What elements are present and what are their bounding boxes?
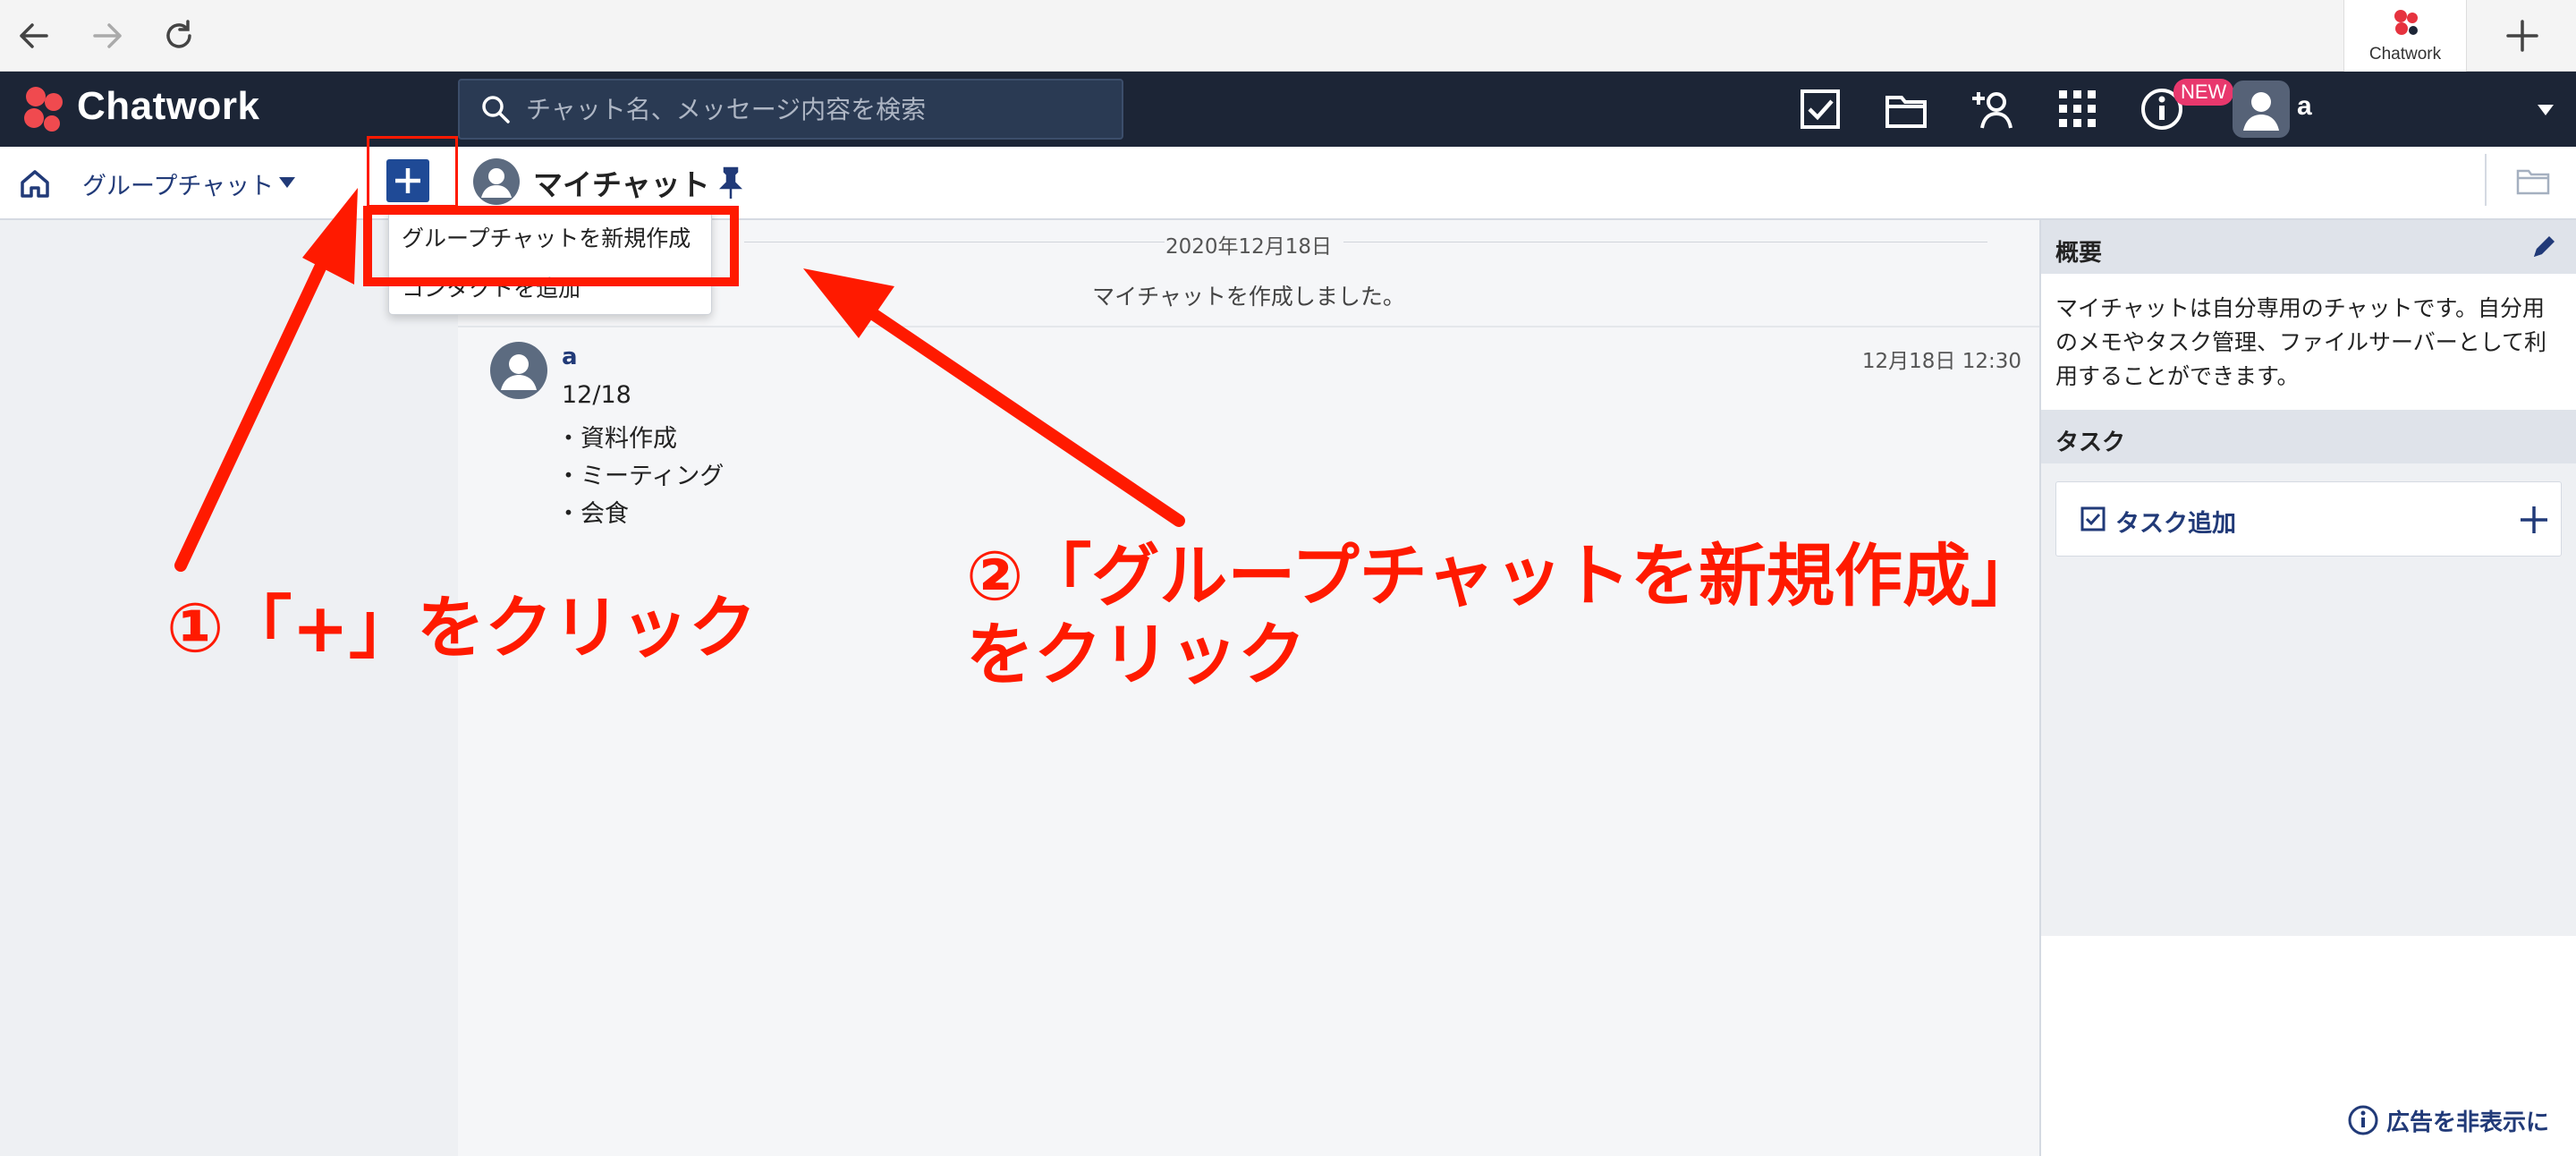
hide-ads-link[interactable]: 広告を非表示に — [2386, 1104, 2549, 1137]
browser-tab[interactable]: Chatwork — [2343, 0, 2467, 72]
user-name[interactable]: a — [2297, 91, 2312, 122]
room-avatar[interactable] — [472, 157, 521, 206]
message-timestamp: 12月18日 12:30 — [1861, 350, 2021, 373]
plus-icon[interactable] — [2518, 504, 2550, 536]
file-folder-icon[interactable] — [2515, 166, 2551, 197]
pin-icon[interactable] — [716, 165, 746, 200]
room-toolbar: グループチャット マイチャット — [0, 147, 2576, 220]
chat-filter-dropdown[interactable]: グループチャット — [82, 166, 274, 201]
search-box[interactable] — [458, 79, 1123, 140]
edit-pencil-icon[interactable] — [2529, 233, 2558, 261]
task-title: タスク — [2055, 429, 2126, 456]
info-circle-icon — [2347, 1104, 2379, 1136]
search-icon — [482, 96, 510, 123]
back-icon[interactable] — [14, 16, 54, 55]
overview-header: 概要 — [2041, 220, 2576, 274]
message-line: ・会食 — [556, 500, 629, 528]
browser-toolbar: Chatwork — [0, 0, 2576, 72]
message-avatar[interactable] — [490, 342, 547, 399]
forward-icon[interactable] — [88, 16, 127, 55]
menu-item-add-contact[interactable]: コンタクトを追加 — [402, 271, 580, 303]
chevron-down-icon[interactable] — [277, 174, 297, 191]
folder-icon[interactable] — [1884, 87, 1928, 132]
chatwork-logo-icon — [2394, 10, 2418, 35]
add-contact-icon[interactable] — [1970, 87, 2014, 132]
apps-grid-icon[interactable] — [2055, 87, 2100, 132]
room-info-panel: 概要 マイチャットは自分専用のチャットです。自分用のメモやタスク管理、ファイルサ… — [2039, 220, 2576, 1156]
overview-title: 概要 — [2055, 240, 2103, 267]
home-icon[interactable] — [18, 166, 52, 200]
tab-label: Chatwork — [2368, 45, 2442, 64]
brand-name[interactable]: Chatwork — [77, 84, 259, 129]
message-line: 12/18 — [562, 381, 631, 409]
message-line: ・ミーティング — [556, 463, 724, 490]
task-add-label: タスク追加 — [2115, 510, 2236, 538]
message-line: ・資料作成 — [556, 425, 677, 453]
plus-icon — [395, 168, 420, 193]
chatwork-logo-icon[interactable] — [14, 82, 72, 138]
room-title: マイチャット — [533, 167, 710, 202]
menu-item-new-group-chat[interactable]: グループチャットを新規作成 — [402, 221, 691, 253]
room-list-sidebar — [0, 220, 458, 1156]
reload-icon[interactable] — [159, 16, 199, 55]
toolbar-divider — [2485, 154, 2487, 206]
account-menu-caret-icon[interactable] — [2535, 98, 2556, 120]
task-check-icon[interactable] — [1798, 87, 1843, 132]
message-divider — [458, 326, 2039, 327]
message-author[interactable]: a — [562, 344, 578, 370]
new-badge: NEW — [2174, 79, 2234, 106]
add-chat-menu: グループチャットを新規作成 コンタクトを追加 — [388, 208, 712, 315]
avatar[interactable] — [2233, 81, 2290, 138]
task-checkbox-icon — [2080, 506, 2106, 532]
chat-timeline: 2020年12月18日 マイチャットを作成しました。 a 12月18日 12:3… — [458, 220, 2039, 1156]
search-input[interactable] — [526, 91, 1098, 127]
overview-description: マイチャットは自分専用のチャットです。自分用のメモやタスク管理、ファイルサーバー… — [2055, 295, 2547, 389]
task-header: タスク — [2041, 410, 2576, 463]
add-chat-button[interactable] — [386, 159, 429, 202]
task-add-button[interactable]: タスク追加 — [2055, 481, 2562, 557]
task-section: タスク追加 — [2041, 463, 2576, 936]
app-header: Chatwork NEW a — [0, 72, 2576, 147]
new-tab-icon[interactable] — [2503, 16, 2542, 55]
